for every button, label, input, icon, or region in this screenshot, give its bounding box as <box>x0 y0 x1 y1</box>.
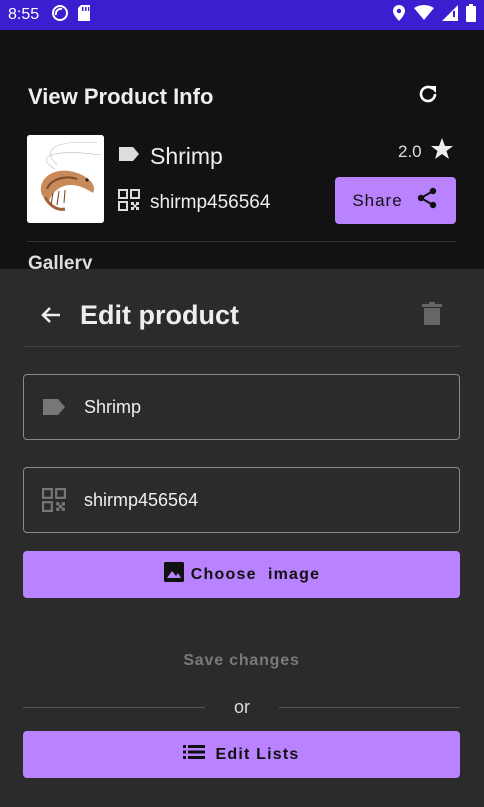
rating-value: 2.0 <box>398 141 422 161</box>
or-divider-right <box>279 707 460 708</box>
status-right-icons <box>392 3 476 27</box>
qr-code-icon <box>24 488 84 512</box>
share-label: Share <box>352 190 403 210</box>
product-code: shirmp456564 <box>150 191 271 213</box>
share-button[interactable]: Share <box>335 177 456 224</box>
back-button[interactable] <box>36 302 66 332</box>
product-code-row: shirmp456564 <box>118 189 270 216</box>
cell-signal-icon <box>442 4 458 26</box>
do-not-disturb-icon <box>51 4 69 27</box>
or-label: or <box>233 697 250 717</box>
edit-lists-button[interactable]: Edit Lists <box>23 731 460 778</box>
location-icon <box>392 4 406 27</box>
label-tag-icon <box>118 146 140 167</box>
or-divider-left <box>23 707 205 708</box>
image-icon <box>163 561 185 588</box>
trash-icon <box>422 301 442 331</box>
product-name: Shrimp <box>150 143 223 169</box>
list-icon <box>183 744 206 765</box>
delete-button[interactable] <box>418 301 446 331</box>
status-left-icons <box>51 4 91 27</box>
choose-image-label: Choose image <box>190 565 321 583</box>
product-name-field[interactable]: Shrimp <box>23 374 460 440</box>
sheet-title: Edit product <box>80 300 239 330</box>
product-name-input[interactable]: Shrimp <box>84 397 141 418</box>
status-bar: 8:55 <box>0 0 484 30</box>
product-thumbnail[interactable] <box>27 135 104 223</box>
sheet-divider <box>23 346 460 347</box>
status-time: 8:55 <box>8 6 40 23</box>
wifi-icon <box>414 4 434 26</box>
save-changes-label: Save changes <box>183 652 300 669</box>
product-code-field[interactable]: shirmp456564 <box>23 467 460 533</box>
page-title: View Product Info <box>28 84 214 109</box>
star-icon <box>430 137 454 166</box>
shrimp-photo <box>27 135 104 223</box>
edit-product-sheet <box>0 269 484 807</box>
label-tag-icon <box>24 398 84 416</box>
refresh-icon <box>416 82 440 111</box>
qr-code-icon <box>118 189 140 216</box>
save-changes-button[interactable]: Save changes <box>23 638 460 684</box>
choose-image-button[interactable]: Choose image <box>23 551 460 598</box>
product-code-input[interactable]: shirmp456564 <box>84 490 198 511</box>
edit-lists-label: Edit Lists <box>215 745 300 763</box>
product-name-row: Shrimp <box>118 143 223 170</box>
share-icon <box>415 186 439 215</box>
sd-card-icon <box>77 4 91 27</box>
rating: 2.0 <box>398 137 454 166</box>
arrow-back-icon <box>39 303 63 332</box>
divider <box>27 241 456 242</box>
refresh-button[interactable] <box>412 80 444 112</box>
battery-icon <box>466 3 476 27</box>
